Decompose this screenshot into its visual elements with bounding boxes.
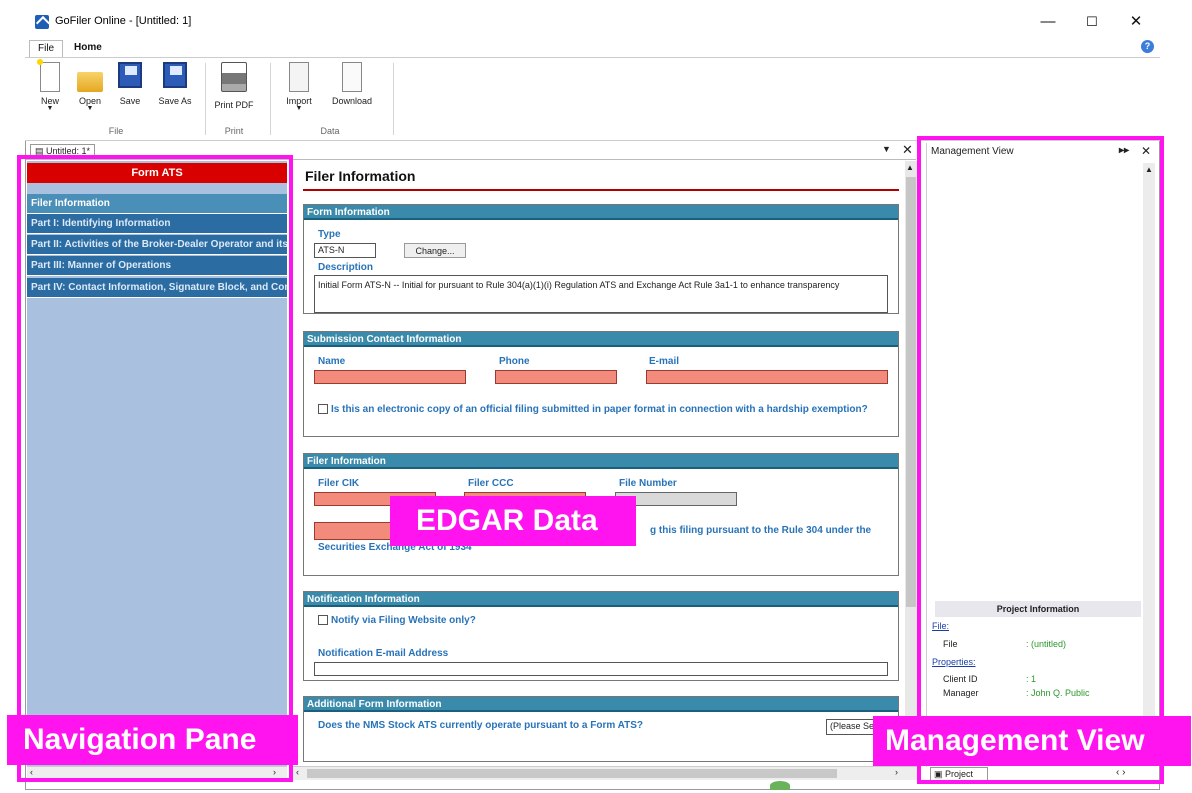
change-button[interactable]: Change... <box>404 243 466 258</box>
notify-website-option: Notify via Filing Website only? <box>318 613 476 629</box>
new-button[interactable]: New ▼ <box>31 57 69 112</box>
form-title: Filer Information <box>305 168 416 184</box>
contact-phone-input[interactable] <box>495 370 617 384</box>
printer-icon <box>221 62 247 92</box>
open-folder-icon <box>77 72 103 92</box>
section-form-information: Form Information Type ATS-N Change... De… <box>303 204 899 314</box>
help-icon[interactable]: ? <box>1141 40 1154 53</box>
section-notification: Notification Information Notify via Fili… <box>303 591 899 681</box>
notification-email-input[interactable] <box>314 662 888 676</box>
phone-label: Phone <box>499 356 530 367</box>
name-label: Name <box>318 356 346 367</box>
section-submission-contact: Submission Contact Information Name Phon… <box>303 331 899 437</box>
description-field[interactable]: Initial Form ATS-N -- Initial for pursua… <box>314 275 888 313</box>
form-area: Filer Information Form Information Type … <box>293 161 905 767</box>
filer-ccc-label: Filer CCC <box>468 478 514 489</box>
notify-website-checkbox[interactable] <box>318 615 328 626</box>
type-label: Type <box>318 229 341 240</box>
contact-email-input[interactable] <box>646 370 888 384</box>
filer-question-text: g this filing pursuant to the Rule 304 u… <box>650 525 872 536</box>
form-horizontal-scrollbar[interactable]: ‹ › <box>293 766 917 780</box>
maximize-button[interactable]: ☐ <box>1077 10 1107 34</box>
group-separator <box>205 63 206 135</box>
horizontal-scroll-thumb[interactable] <box>307 769 837 778</box>
contact-name-input[interactable] <box>314 370 466 384</box>
section-header: Filer Information <box>304 454 898 469</box>
minimize-button[interactable]: — <box>1033 10 1063 34</box>
group-file-label: File <box>108 126 124 136</box>
window-title: GoFiler Online - [Untitled: 1] <box>55 15 192 27</box>
ribbon-tabs: File Home ? <box>25 38 1160 57</box>
open-button[interactable]: Open ▼ <box>71 62 109 112</box>
description-label: Description <box>318 262 374 273</box>
edgar-data-label: EDGAR Data <box>390 496 636 546</box>
title-bar: GoFiler Online - [Untitled: 1] — ☐ ✕ <box>25 4 1160 38</box>
navigation-pane-label: Navigation Pane <box>7 715 298 765</box>
group-data-label: Data <box>320 126 340 136</box>
tab-home[interactable]: Home <box>66 40 110 57</box>
save-as-disk-icon <box>163 62 187 88</box>
navigation-pane-highlight <box>17 155 293 782</box>
file-number-label: File Number <box>619 478 677 489</box>
save-as-button[interactable]: Save As <box>153 62 197 106</box>
scroll-up-icon[interactable]: ▲ <box>906 163 914 172</box>
close-button[interactable]: ✕ <box>1121 10 1151 34</box>
section-header: Submission Contact Information <box>304 332 898 347</box>
gofiler-app-icon <box>35 15 49 29</box>
scroll-left-icon[interactable]: ‹ <box>296 767 299 777</box>
import-button[interactable]: Import ▼ <box>280 62 318 112</box>
title-rule <box>303 189 899 191</box>
print-pdf-button[interactable]: Print PDF <box>211 62 257 110</box>
section-header: Notification Information <box>304 592 898 607</box>
save-disk-icon <box>118 62 142 88</box>
additional-question: Does the NMS Stock ATS currently operate… <box>318 720 644 731</box>
group-separator <box>270 63 271 135</box>
scroll-right-icon[interactable]: › <box>895 767 898 777</box>
dropdown-arrow-icon: ▼ <box>86 105 94 112</box>
form-vertical-scrollbar[interactable]: ▲ <box>905 161 917 767</box>
management-view-highlight <box>917 136 1164 784</box>
notification-email-label: Notification E-mail Address <box>318 648 449 659</box>
section-header: Form Information <box>304 205 898 220</box>
email-label: E-mail <box>649 356 680 367</box>
tab-list-dropdown-icon[interactable]: ▼ <box>882 144 891 154</box>
ribbon: New ▼ Open ▼ Save Save As File Print PDF… <box>25 57 1160 141</box>
type-field[interactable]: ATS-N <box>314 243 376 258</box>
group-print-label: Print <box>224 126 244 136</box>
save-button[interactable]: Save <box>111 62 149 106</box>
group-separator <box>393 63 394 135</box>
section-header: Additional Form Information <box>304 697 898 712</box>
section-additional: Additional Form Information Does the NMS… <box>303 696 899 762</box>
import-document-icon <box>289 62 309 92</box>
close-document-icon[interactable]: ✕ <box>902 142 913 158</box>
hardship-question: Is this an electronic copy of an officia… <box>318 402 878 418</box>
new-document-icon <box>35 57 60 92</box>
download-button[interactable]: Download <box>327 62 377 106</box>
dropdown-arrow-icon: ▼ <box>46 105 54 112</box>
hardship-checkbox[interactable] <box>318 404 328 415</box>
scroll-thumb[interactable] <box>906 177 916 607</box>
filer-cik-label: Filer CIK <box>318 478 360 489</box>
tab-file[interactable]: File <box>29 40 64 57</box>
management-view-label: Management View <box>873 716 1191 766</box>
status-globe-icon <box>770 781 790 790</box>
download-document-icon <box>342 62 362 92</box>
dropdown-arrow-icon: ▼ <box>295 105 303 112</box>
